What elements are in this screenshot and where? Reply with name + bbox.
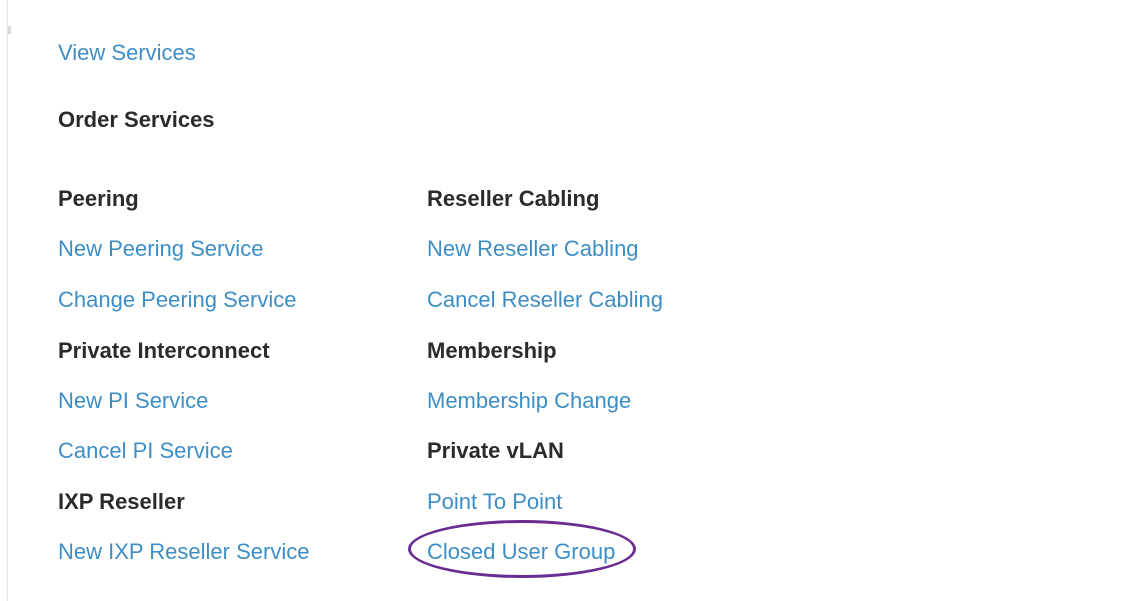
point-to-point-link[interactable]: Point To Point bbox=[427, 489, 562, 515]
new-ixp-reseller-service-link[interactable]: New IXP Reseller Service bbox=[58, 539, 309, 565]
ixp-reseller-heading: IXP Reseller bbox=[58, 489, 185, 514]
content-left-border bbox=[7, 0, 8, 601]
closed-user-group-link[interactable]: Closed User Group bbox=[427, 539, 615, 565]
membership-heading: Membership bbox=[427, 338, 557, 363]
reseller-cabling-heading: Reseller Cabling bbox=[427, 186, 600, 211]
scroll-indicator[interactable] bbox=[8, 26, 11, 34]
change-peering-service-link[interactable]: Change Peering Service bbox=[58, 287, 296, 313]
cancel-reseller-cabling-link[interactable]: Cancel Reseller Cabling bbox=[427, 287, 663, 313]
private-vlan-heading: Private vLAN bbox=[427, 438, 564, 463]
new-peering-service-link[interactable]: New Peering Service bbox=[58, 236, 263, 262]
order-services-heading: Order Services bbox=[58, 107, 215, 132]
new-pi-service-link[interactable]: New PI Service bbox=[58, 388, 208, 414]
view-services-link[interactable]: View Services bbox=[58, 40, 196, 66]
new-reseller-cabling-link[interactable]: New Reseller Cabling bbox=[427, 236, 639, 262]
cancel-pi-service-link[interactable]: Cancel PI Service bbox=[58, 438, 233, 464]
peering-heading: Peering bbox=[58, 186, 139, 211]
private-interconnect-heading: Private Interconnect bbox=[58, 338, 270, 363]
membership-change-link[interactable]: Membership Change bbox=[427, 388, 631, 414]
